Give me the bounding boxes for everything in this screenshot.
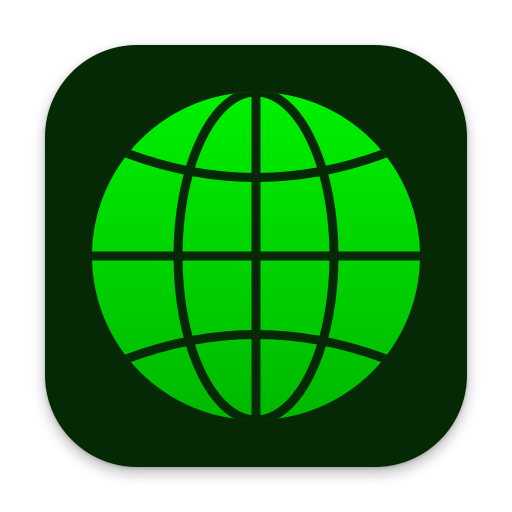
app-icon[interactable] bbox=[45, 45, 467, 467]
globe-icon bbox=[92, 92, 420, 420]
globe-grid bbox=[92, 92, 420, 420]
icon-stage bbox=[0, 0, 512, 512]
